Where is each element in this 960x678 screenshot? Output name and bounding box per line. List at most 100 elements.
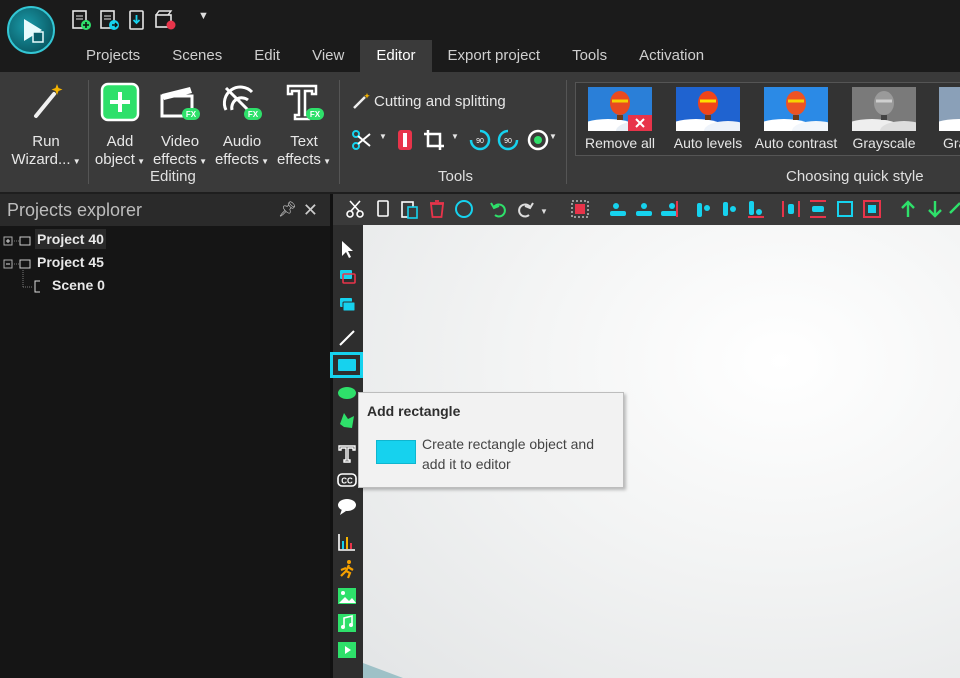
- add-callout-icon[interactable]: [337, 497, 357, 517]
- text-fx-icon: FX: [286, 84, 324, 121]
- add-chart-icon[interactable]: [337, 532, 357, 552]
- record-video-icon[interactable]: [154, 9, 176, 31]
- run-wizard-label-1: Run: [32, 133, 60, 150]
- tab-view[interactable]: View: [296, 40, 360, 72]
- add-animation-icon[interactable]: [337, 559, 357, 579]
- editing-group-label: Editing: [150, 168, 196, 185]
- tree-lines: [3, 236, 40, 293]
- rotate-right-value: 90: [504, 138, 512, 145]
- projects-explorer-panel: Projects explorer 📌︎ ✕ Project 40 Projec…: [0, 194, 330, 678]
- cutting-splitting-button[interactable]: Cutting and splitting: [352, 92, 506, 110]
- trim-icon[interactable]: [394, 128, 416, 152]
- distribute-vertical-icon[interactable]: [808, 199, 828, 219]
- rotate-right-icon[interactable]: 90: [496, 128, 520, 152]
- undo-icon[interactable]: [489, 199, 509, 219]
- crop-dropdown-icon[interactable]: ▼: [451, 132, 459, 141]
- save-project-icon[interactable]: [126, 9, 148, 31]
- pointer-icon[interactable]: [337, 239, 357, 259]
- open-project-icon[interactable]: [98, 9, 120, 31]
- add-object-button[interactable]: Add object ▼: [92, 80, 148, 171]
- delete-icon[interactable]: [427, 199, 447, 219]
- audio-effects-label-2: effects: [214, 151, 259, 168]
- tools-group-label: Tools: [438, 168, 474, 185]
- add-audio-icon[interactable]: [337, 613, 357, 633]
- add-video-icon[interactable]: [337, 640, 357, 660]
- tree-item-scene-0[interactable]: Scene 0: [52, 275, 105, 295]
- tree-item-project-40[interactable]: Project 40: [35, 229, 106, 249]
- canvas-edge-decoration: [363, 663, 403, 678]
- audio-effects-button[interactable]: FX Audio effects ▼: [213, 80, 271, 171]
- cut-icon[interactable]: [345, 199, 365, 219]
- tab-editor[interactable]: Editor: [360, 40, 432, 72]
- stabilization-dropdown-icon[interactable]: ▼: [549, 132, 557, 141]
- fit-frame-icon[interactable]: [862, 199, 882, 219]
- paste-icon[interactable]: [399, 199, 419, 219]
- align-right-icon[interactable]: [659, 199, 679, 219]
- pin-icon[interactable]: 📌︎: [278, 194, 297, 226]
- select-all-icon[interactable]: [570, 199, 590, 219]
- add-sprite-icon[interactable]: [337, 295, 357, 315]
- redo-dropdown-icon[interactable]: ▼: [540, 207, 548, 216]
- rectangle-icon: [338, 359, 356, 371]
- align-bottom-icon[interactable]: [746, 199, 766, 219]
- tree-item-project-45[interactable]: Project 45: [37, 252, 104, 272]
- split-icon[interactable]: [350, 128, 374, 152]
- align-left-icon[interactable]: [608, 199, 628, 219]
- add-group-icon[interactable]: [337, 267, 357, 287]
- style-grayscale[interactable]: Grayscale: [841, 87, 927, 151]
- style-grayscale-label: Grayscale: [852, 135, 916, 151]
- tab-tools[interactable]: Tools: [556, 40, 623, 72]
- style-remove-all[interactable]: Remove all: [577, 87, 663, 151]
- align-top-icon[interactable]: [694, 199, 714, 219]
- style-gra-label: Gra: [943, 135, 960, 151]
- align-middle-icon[interactable]: [720, 199, 740, 219]
- stabilization-icon[interactable]: [526, 128, 550, 152]
- move-down-icon[interactable]: [925, 199, 945, 219]
- tab-edit[interactable]: Edit: [238, 40, 296, 72]
- app-logo-icon[interactable]: [7, 6, 55, 54]
- tab-projects[interactable]: Projects: [70, 40, 156, 72]
- add-object-label-2: object: [94, 151, 135, 168]
- projects-explorer-title: Projects explorer: [7, 200, 143, 220]
- tab-export-project[interactable]: Export project: [432, 40, 557, 72]
- circle-icon[interactable]: [454, 199, 474, 219]
- split-dropdown-icon[interactable]: ▼: [379, 132, 387, 141]
- copy-icon[interactable]: [373, 199, 393, 219]
- distribute-horizontal-icon[interactable]: [781, 199, 801, 219]
- add-line-icon[interactable]: [337, 328, 357, 348]
- redo-icon[interactable]: [515, 199, 535, 219]
- new-project-icon[interactable]: [70, 9, 92, 31]
- projects-explorer-header: Projects explorer 📌︎ ✕: [0, 194, 330, 226]
- style-gra-partial[interactable]: Gra: [929, 87, 960, 151]
- add-freeform-icon[interactable]: [337, 410, 357, 430]
- tab-scenes[interactable]: Scenes: [156, 40, 238, 72]
- add-rectangle-button[interactable]: [330, 352, 363, 378]
- crop-icon[interactable]: [422, 128, 446, 152]
- tooltip-description: Create rectangle object and add it to ed…: [422, 436, 594, 472]
- style-auto-contrast[interactable]: Auto contrast: [753, 87, 839, 151]
- audio-effects-label-1: Audio: [222, 133, 262, 150]
- cutting-wand-icon: [353, 93, 370, 109]
- text-effects-fx-badge: FX: [310, 110, 321, 119]
- rotate-left-icon[interactable]: 90: [468, 128, 492, 152]
- add-ellipse-icon[interactable]: [337, 383, 357, 403]
- gra-thumbnail: [939, 87, 960, 131]
- video-effects-button[interactable]: FX Video effects ▼: [152, 80, 208, 171]
- clapperboard-fx-icon: FX: [160, 87, 200, 120]
- fit-width-icon[interactable]: [835, 199, 855, 219]
- add-rectangle-tooltip: Add rectangle Create rectangle object an…: [358, 392, 624, 488]
- text-effects-button[interactable]: FX Text effects ▼: [275, 80, 333, 171]
- tab-activation[interactable]: Activation: [623, 40, 720, 72]
- add-text-icon[interactable]: [337, 443, 357, 463]
- add-image-icon[interactable]: [337, 586, 357, 606]
- bring-to-front-icon[interactable]: [948, 199, 960, 219]
- align-center-icon[interactable]: [634, 199, 654, 219]
- run-wizard-button[interactable]: Run Wizard... ▼: [10, 80, 82, 171]
- menu-tabs: Projects Scenes Edit View Editor Export …: [70, 40, 720, 72]
- move-up-icon[interactable]: [898, 199, 918, 219]
- tooltip-title: Add rectangle: [367, 403, 461, 419]
- add-subtitles-icon[interactable]: CC: [337, 470, 357, 490]
- close-icon[interactable]: ✕: [303, 194, 318, 226]
- quick-access-dropdown-icon[interactable]: ▼: [198, 10, 209, 22]
- style-auto-levels[interactable]: Auto levels: [665, 87, 751, 151]
